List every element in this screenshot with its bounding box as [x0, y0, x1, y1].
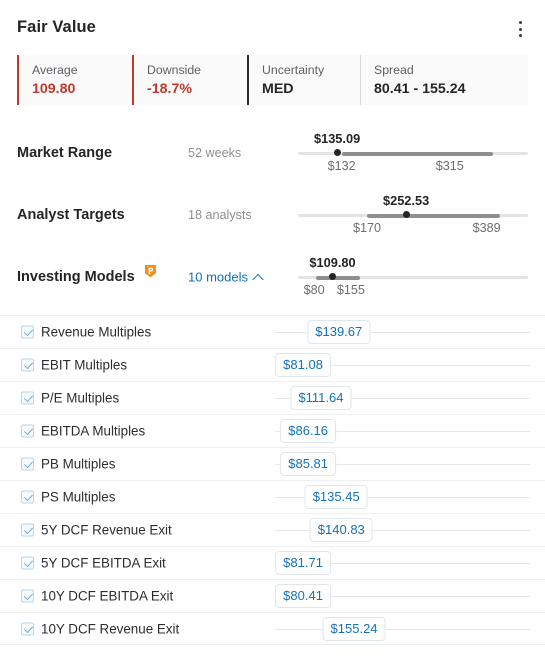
investing-models-slider[interactable]: $109.80 $80 $155 [298, 255, 528, 299]
kebab-menu-icon[interactable] [512, 20, 528, 38]
model-value-pill[interactable]: $80.41 [275, 584, 331, 608]
stat-average: Average 109.80 [17, 55, 132, 105]
range-subtitle: 18 analysts [188, 208, 252, 222]
model-value-pill[interactable]: $135.45 [304, 485, 368, 509]
model-value-pill[interactable]: $155.24 [322, 616, 386, 641]
model-row[interactable]: 10Y DCF EBITDA Exit $80.41 [0, 579, 545, 612]
model-label: P/E Multiples [41, 390, 120, 406]
model-row[interactable]: PS Multiples $135.45 [0, 480, 545, 513]
model-value-pill[interactable]: $81.71 [275, 551, 331, 575]
model-row[interactable]: 5Y DCF EBITDA Exit $81.71 [0, 546, 545, 579]
stat-value: -18.7% [147, 81, 192, 97]
market-range-slider[interactable]: $135.09 $132 $315 [298, 131, 528, 175]
stat-value: 109.80 [32, 81, 76, 97]
slider-fill [316, 276, 361, 280]
model-row[interactable]: 5Y DCF Revenue Exit $140.83 [0, 513, 545, 546]
range-name: Market Range [17, 145, 113, 161]
stat-value: MED [262, 81, 294, 97]
model-label: Revenue Multiples [41, 324, 152, 340]
investing-models-title: Investing Models [17, 269, 135, 285]
chevron-up-icon [252, 273, 264, 285]
range-row-market: Market Range 52 weeks $135.09 $132 $315 [0, 123, 545, 183]
model-checkbox[interactable] [21, 358, 34, 372]
model-row[interactable]: EBITDA Multiples $86.16 [0, 414, 545, 447]
model-row[interactable]: Revenue Multiples $139.67 [0, 315, 545, 348]
slider-high-label: $315 [435, 159, 464, 173]
model-value-pill[interactable]: $139.67 [307, 320, 371, 344]
fair-value-card: Fair Value Average 109.80 Downside -18.7% Un… [0, 0, 545, 660]
stat-label: Average [32, 63, 78, 77]
model-value-pill[interactable]: $86.16 [280, 419, 337, 443]
model-row[interactable]: PB Multiples $85.81 [0, 447, 545, 480]
summary-stats: Average 109.80 Downside -18.7% Uncertainty ME… [17, 55, 528, 105]
model-label: 5Y DCF Revenue Exit [41, 522, 172, 538]
model-value-pill[interactable]: $81.08 [275, 353, 331, 377]
model-value-axis [275, 628, 530, 630]
slider-high-label: $389 [472, 221, 501, 235]
slider-current-value: $252.53 [382, 193, 430, 208]
model-row[interactable]: 10Y DCF Revenue Exit $155.24 [0, 612, 545, 645]
models-toggle-link[interactable]: 10 models [188, 269, 264, 285]
model-label: PB Multiples [41, 456, 116, 472]
range-subtitle: 52 weeks [188, 146, 242, 160]
analyst-targets-slider[interactable]: $252.53 $170 $389 [298, 193, 528, 237]
range-name: Analyst Targets [17, 207, 125, 223]
range-row-investing-models: Investing Models 10 models $109.80 $80 $15… [0, 247, 545, 307]
slider-handle[interactable] [333, 149, 341, 156]
stat-downside: Downside -18.7% [132, 55, 247, 105]
model-value-pill[interactable]: $140.83 [309, 518, 373, 542]
card-header: Fair Value [0, 0, 545, 50]
model-checkbox[interactable] [21, 523, 34, 537]
stat-label: Spread [374, 63, 414, 77]
model-value-pill[interactable]: $111.64 [290, 386, 352, 410]
model-row[interactable]: P/E Multiples $111.64 [0, 381, 545, 414]
model-label: 5Y DCF EBITDA Exit [41, 555, 166, 571]
slider-fill [341, 152, 494, 156]
slider-fill [367, 214, 501, 218]
stat-label: Uncertainty [262, 63, 325, 77]
model-checkbox[interactable] [21, 622, 34, 635]
model-checkbox[interactable] [21, 325, 34, 339]
investing-models-label: Investing Models [17, 265, 157, 285]
model-checkbox[interactable] [21, 556, 34, 570]
stat-spread: Spread 80.41 - 155.24 [360, 55, 520, 105]
stat-value: 80.41 - 155.24 [374, 81, 466, 97]
slider-low-label: $132 [327, 159, 356, 173]
model-label: PS Multiples [41, 489, 116, 505]
models-count-label: 10 models [188, 269, 248, 285]
model-checkbox[interactable] [21, 490, 34, 504]
range-row-analyst: Analyst Targets 18 analysts $252.53 $170 $38… [0, 185, 545, 245]
model-value-pill[interactable]: $85.81 [280, 452, 337, 476]
stat-label: Downside [147, 63, 201, 77]
model-checkbox[interactable] [21, 589, 34, 603]
model-checkbox[interactable] [21, 457, 34, 471]
slider-high-label: $155 [336, 283, 365, 297]
slider-current-value: $135.09 [313, 131, 361, 146]
model-label: EBIT Multiples [41, 357, 128, 373]
slider-low-label: $80 [303, 283, 325, 297]
model-checkbox[interactable] [21, 424, 34, 438]
slider-current-value: $109.80 [309, 255, 356, 270]
pro-shield-icon [144, 264, 157, 278]
model-label: EBITDA Multiples [41, 423, 146, 439]
model-row[interactable]: EBIT Multiples $81.08 [0, 348, 545, 381]
model-list: Revenue Multiples $139.67 EBIT Multiples $8… [0, 315, 545, 645]
page-title: Fair Value [17, 18, 96, 36]
model-checkbox[interactable] [21, 391, 34, 405]
slider-low-label: $170 [352, 221, 382, 235]
model-label: 10Y DCF EBITDA Exit [41, 588, 174, 604]
slider-handle[interactable] [329, 273, 336, 280]
stat-uncertainty: Uncertainty MED [247, 55, 360, 105]
model-label: 10Y DCF Revenue Exit [41, 621, 180, 636]
slider-handle[interactable] [402, 211, 410, 218]
